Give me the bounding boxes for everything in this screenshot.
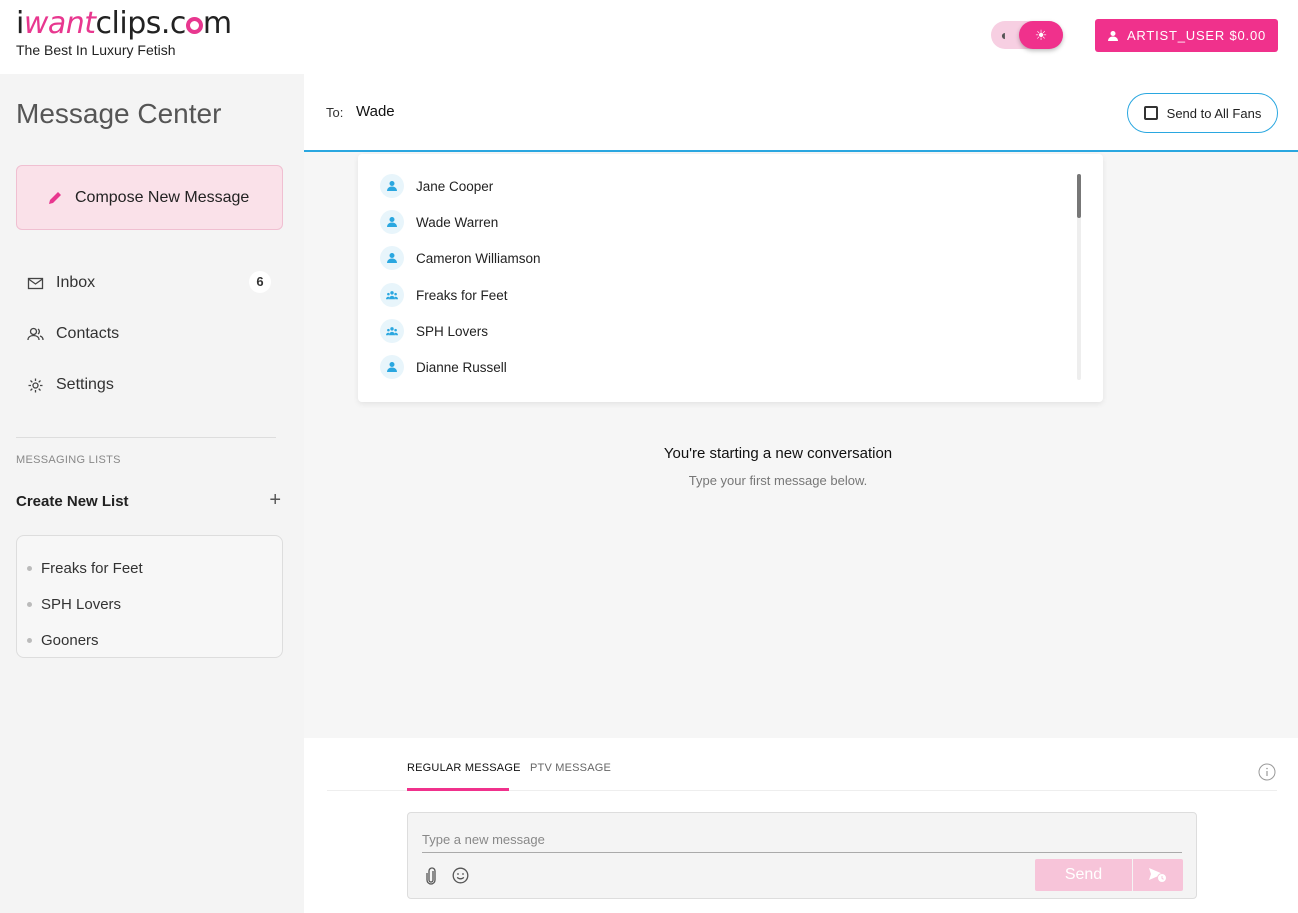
bullet-icon [27, 601, 32, 607]
paperclip-icon[interactable] [424, 867, 438, 885]
contacts-label: Contacts [56, 325, 120, 342]
list-item[interactable]: Freaks for Feet [17, 550, 282, 586]
suggestion-item[interactable]: Freaks for Feet [380, 282, 508, 308]
envelope-icon [27, 277, 44, 289]
sidebar-item-contacts[interactable]: Contacts [27, 322, 277, 346]
message-type-tabs: REGULAR MESSAGE PTV MESSAGE [327, 738, 1277, 791]
logo-accent: want [23, 6, 96, 41]
group-icon [380, 319, 404, 343]
list-item-label: Freaks for Feet [41, 559, 143, 577]
recipient-bar: To: Wade Send to All Fans [304, 74, 1298, 152]
tab-ptv-message[interactable]: PTV MESSAGE [530, 762, 611, 774]
user-button-label: ARTIST_USER $0.00 [1126, 28, 1267, 43]
list-item-label: Gooners [41, 631, 99, 649]
user-icon [380, 355, 404, 379]
user-icon [380, 210, 404, 234]
logo-o-icon [185, 17, 203, 34]
info-icon[interactable] [1258, 763, 1276, 781]
inbox-label: Inbox [56, 274, 96, 291]
user-account-button[interactable]: ARTIST_USER $0.00 [1095, 19, 1278, 52]
user-icon [380, 174, 404, 198]
site-logo[interactable]: iwantclips.c m [16, 6, 232, 41]
create-list-label: Create New List [16, 493, 129, 510]
page-title: Message Center [16, 98, 222, 129]
message-box: Send [407, 812, 1197, 899]
to-label: To: [326, 105, 344, 120]
message-input[interactable] [422, 827, 1182, 853]
suggestion-label: Dianne Russell [416, 359, 507, 375]
list-item[interactable]: SPH Lovers [17, 586, 282, 622]
suggestion-label: Wade Warren [416, 214, 499, 230]
tab-regular-message[interactable]: REGULAR MESSAGE [407, 762, 521, 774]
user-icon [380, 246, 404, 270]
emoji-icon[interactable] [452, 867, 469, 884]
recipient-suggestions: Jane Cooper Wade Warren Cameron Williams… [358, 154, 1103, 402]
list-item-label: SPH Lovers [41, 595, 122, 613]
pencil-icon [49, 191, 61, 204]
site-tagline: The Best In Luxury Fetish [16, 42, 176, 58]
top-header: iwantclips.c m The Best In Luxury Fetish … [0, 0, 1298, 74]
sidebar-item-settings[interactable]: Settings [27, 373, 277, 397]
logo-end: m [202, 6, 232, 41]
empty-state-subtitle: Type your first message below. [688, 473, 868, 488]
bullet-icon [27, 565, 32, 571]
moon-icon: ◖ [999, 27, 1008, 43]
user-icon [1107, 30, 1118, 41]
settings-label: Settings [56, 376, 114, 393]
logo-middle: clips.c [95, 6, 187, 41]
suggestion-label: Freaks for Feet [416, 287, 508, 303]
sun-icon: ☀ [1019, 21, 1063, 49]
send-all-label: Send to All Fans [1166, 105, 1262, 121]
empty-state-title: You're starting a new conversation [663, 445, 893, 462]
sidebar-divider [16, 437, 276, 438]
suggestion-item[interactable]: Jane Cooper [380, 173, 493, 199]
send-schedule-icon [1149, 868, 1167, 883]
inbox-count-badge: 6 [249, 271, 271, 293]
active-tab-indicator [407, 788, 509, 791]
send-button[interactable]: Send [1035, 859, 1132, 891]
sidebar: Message Center Compose New Message Inbox… [0, 74, 304, 913]
theme-toggle[interactable]: ◖ ☀ [991, 21, 1063, 49]
suggestion-item[interactable]: Dianne Russell [380, 354, 507, 380]
suggestion-label: Cameron Williamson [416, 250, 541, 266]
send-to-all-fans-button[interactable]: Send to All Fans [1127, 93, 1278, 133]
suggestion-label: Jane Cooper [416, 178, 494, 194]
suggestion-item[interactable]: Wade Warren [380, 209, 498, 235]
compose-label: Compose New Message [75, 188, 250, 206]
gear-icon [28, 378, 43, 392]
group-icon [380, 283, 404, 307]
suggestion-item[interactable]: Cameron Williamson [380, 245, 541, 271]
logo-prefix: i [16, 6, 24, 41]
suggestions-scroll-thumb[interactable] [1077, 174, 1081, 218]
messaging-lists: Freaks for Feet SPH Lovers Gooners [16, 535, 283, 658]
message-composer: REGULAR MESSAGE PTV MESSAGE Send [304, 738, 1298, 913]
sidebar-item-inbox[interactable]: Inbox 6 [27, 271, 277, 295]
bullet-icon [27, 637, 32, 643]
checkbox-icon[interactable] [1143, 106, 1158, 120]
contacts-icon [27, 327, 44, 340]
recipient-input[interactable]: Wade [356, 103, 395, 120]
send-options-button[interactable] [1133, 859, 1183, 891]
compose-new-message-button[interactable]: Compose New Message [16, 165, 283, 230]
message-panel: To: Wade Send to All Fans Jane Cooper Wa… [304, 74, 1298, 913]
list-item[interactable]: Gooners [17, 622, 282, 658]
create-new-list-button[interactable]: Create New List + [16, 489, 281, 511]
plus-icon[interactable]: + [269, 489, 281, 512]
suggestion-item[interactable]: SPH Lovers [380, 318, 488, 344]
messaging-lists-heading: MESSAGING LISTS [16, 454, 121, 466]
suggestion-label: SPH Lovers [416, 323, 489, 339]
